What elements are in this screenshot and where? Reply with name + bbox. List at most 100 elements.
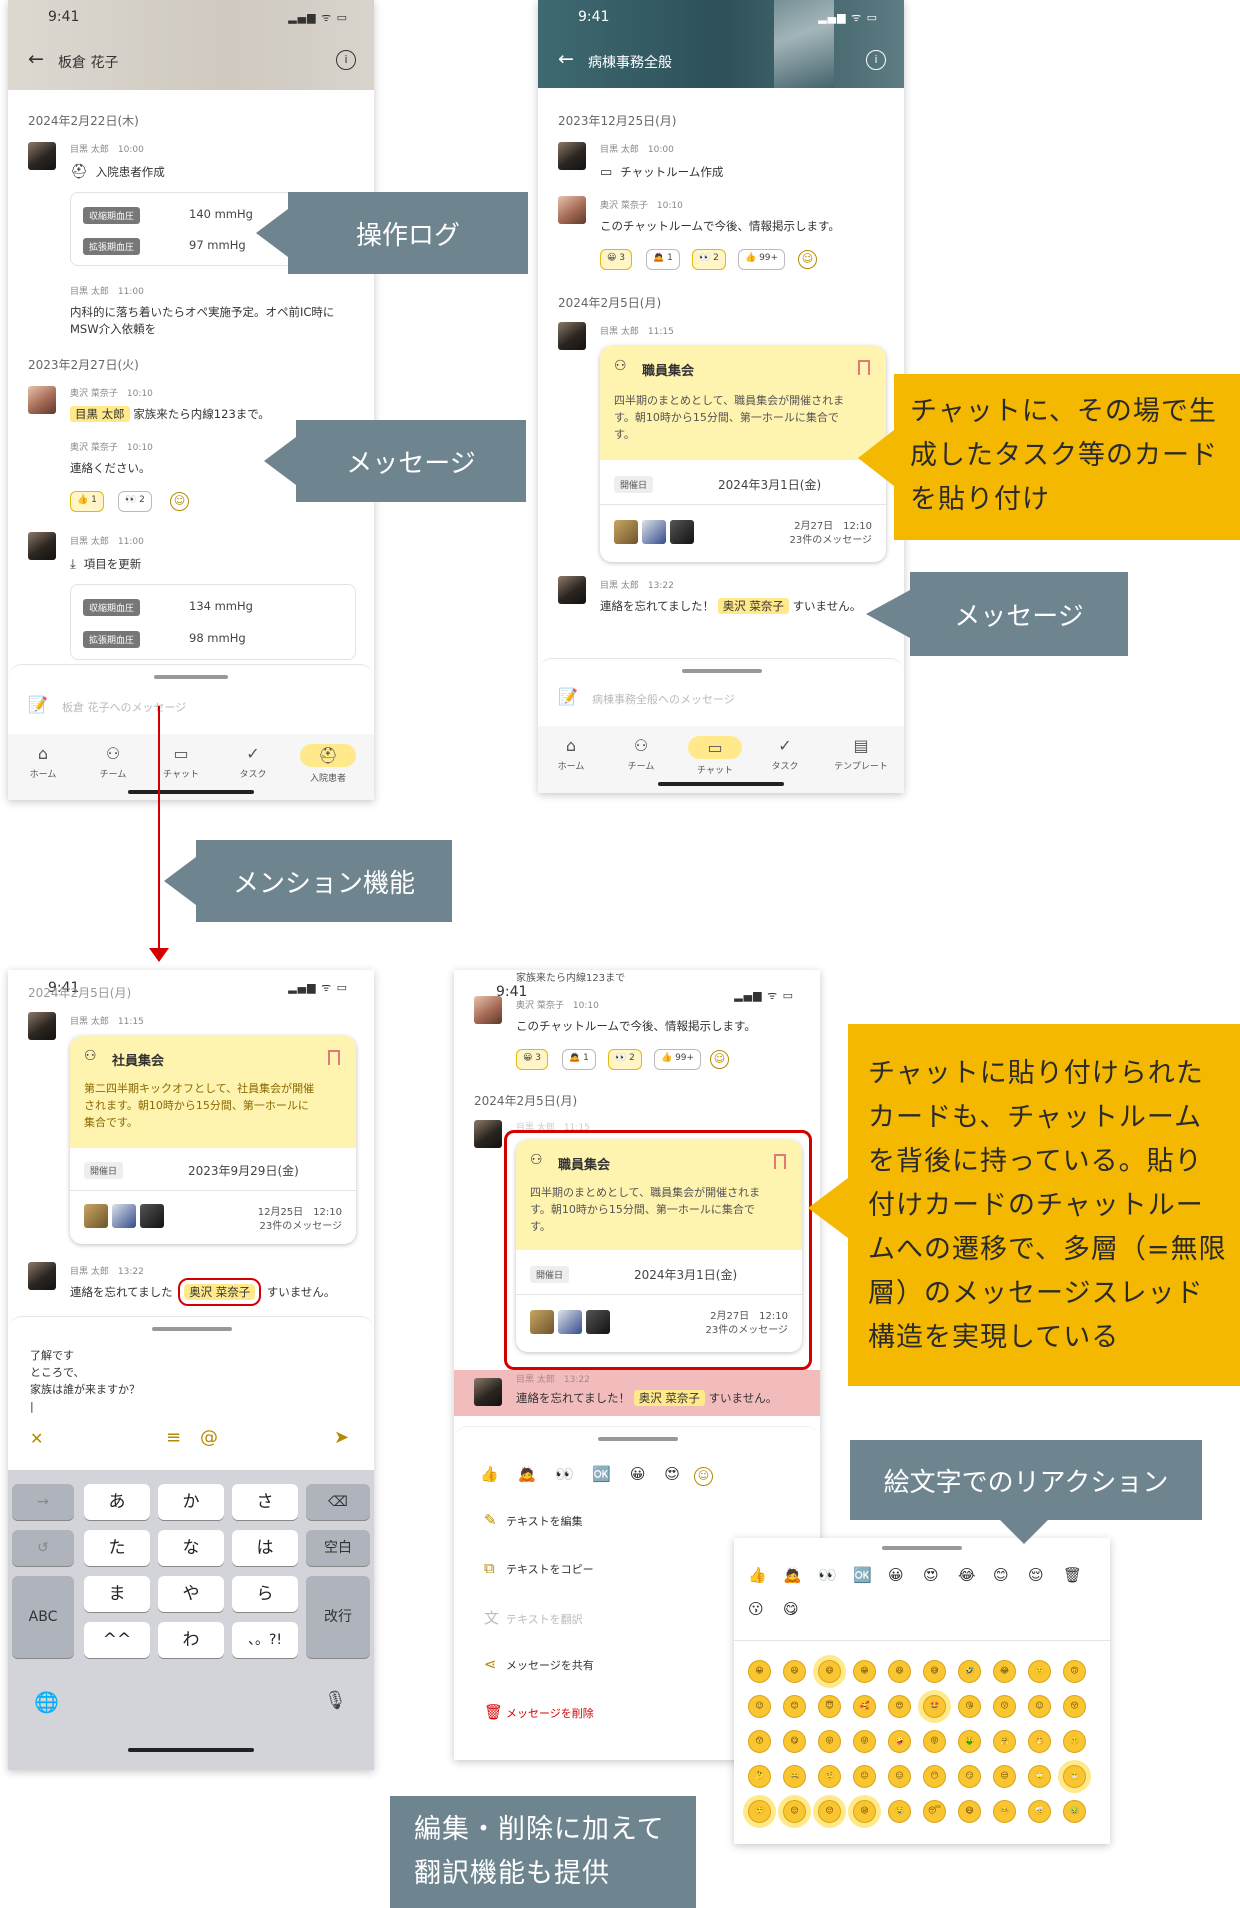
emoji-option[interactable]: 🙄: [1028, 1765, 1051, 1788]
mention-chip[interactable]: 奥沢 菜奈子: [717, 598, 789, 614]
delete-key[interactable]: ⌫: [306, 1484, 370, 1520]
task-card[interactable]: ⚇ 社員集会 第二四半期キックオフとして、社員集会が開催 されます。朝10時から…: [70, 1036, 356, 1244]
emoji-option[interactable]: 😃: [783, 1660, 806, 1683]
key[interactable]: や: [158, 1576, 224, 1612]
tab-template[interactable]: ▤ テンプレート: [828, 736, 894, 772]
menu-edit-text[interactable]: ✎ テキストを編集: [484, 1511, 583, 1529]
bookmark-icon[interactable]: [858, 360, 870, 375]
emoji-option[interactable]: 🤒: [993, 1800, 1016, 1823]
return-key[interactable]: 改行: [306, 1576, 370, 1658]
key[interactable]: な: [158, 1530, 224, 1566]
emoji-option[interactable]: 😍: [923, 1566, 939, 1584]
tab-task[interactable]: ✓ タスク: [760, 736, 810, 772]
note-add-icon[interactable]: 📝: [558, 687, 578, 706]
emoji-option[interactable]: 😬: [1063, 1765, 1086, 1788]
emoji-option[interactable]: ☺: [1028, 1695, 1051, 1718]
add-reaction-icon[interactable]: ☺: [170, 492, 189, 511]
add-reaction-icon[interactable]: ☺: [710, 1050, 729, 1069]
key[interactable]: ^^: [84, 1622, 150, 1658]
emoji-option[interactable]: 🥰: [853, 1695, 876, 1718]
key[interactable]: わ: [158, 1622, 224, 1658]
bookmark-icon[interactable]: [774, 1154, 786, 1169]
emoji-option[interactable]: 😗: [993, 1695, 1016, 1718]
info-icon[interactable]: i: [336, 50, 356, 70]
close-icon[interactable]: ✕: [30, 1429, 43, 1448]
message-input[interactable]: 病棟事務全般へのメッセージ: [592, 691, 735, 707]
add-reaction-icon[interactable]: ☺: [798, 250, 817, 269]
sheet-handle[interactable]: [152, 1327, 232, 1331]
emoji-option[interactable]: 😋: [783, 1600, 799, 1618]
sheet-handle[interactable]: [598, 1437, 678, 1441]
emoji-option[interactable]: 😙: [748, 1730, 771, 1753]
emoji-option[interactable]: 😪: [853, 1800, 876, 1823]
emoji-option[interactable]: 😊: [993, 1566, 1009, 1584]
emoji-option[interactable]: 🤨: [818, 1765, 841, 1788]
reaction-option[interactable]: 🙇: [517, 1465, 536, 1483]
emoji-option[interactable]: 🤩: [923, 1695, 946, 1718]
reaction-option[interactable]: 😍: [664, 1465, 680, 1483]
emoji-option[interactable]: 😏: [958, 1765, 981, 1788]
emoji-option[interactable]: 🙂: [1028, 1660, 1051, 1683]
mention-chip[interactable]: 目黒 太郎: [70, 406, 130, 422]
emoji-option[interactable]: 😀: [748, 1660, 771, 1683]
emoji-option[interactable]: 😑: [888, 1765, 911, 1788]
tab-home[interactable]: ⌂ ホーム: [546, 736, 596, 772]
key[interactable]: →: [12, 1484, 74, 1520]
key[interactable]: は: [232, 1530, 298, 1566]
emoji-option[interactable]: 😁: [853, 1660, 876, 1683]
key[interactable]: ら: [232, 1576, 298, 1612]
reaction-chip[interactable]: 👀 2: [692, 249, 726, 270]
emoji-option[interactable]: 👀: [818, 1566, 837, 1584]
reaction-chip[interactable]: 👍 99+: [738, 249, 786, 270]
emoji-option[interactable]: 😐: [853, 1765, 876, 1788]
reaction-chip[interactable]: 😀 3: [600, 249, 632, 270]
emoji-option[interactable]: 😆: [888, 1660, 911, 1683]
emoji-option[interactable]: 😀: [888, 1566, 904, 1584]
emoji-option[interactable]: 🙇: [783, 1566, 802, 1584]
emoji-option[interactable]: 🤢: [1063, 1800, 1086, 1823]
emoji-option[interactable]: 🤤: [888, 1800, 911, 1823]
send-icon[interactable]: ➤: [334, 1427, 349, 1448]
menu-delete-message[interactable]: 🗑 メッセージを削除: [484, 1703, 594, 1721]
task-card[interactable]: ⚇ 職員集会 四半期のまとめとして、職員集会が開催されま す。朝10時から15分…: [516, 1140, 802, 1352]
note-add-icon[interactable]: 📝: [28, 695, 48, 714]
emoji-option[interactable]: 😅: [923, 1660, 946, 1683]
emoji-option[interactable]: 😊: [783, 1695, 806, 1718]
reaction-chip[interactable]: 🙇 1: [646, 249, 680, 270]
reaction-chip[interactable]: 🙇 1: [562, 1049, 596, 1070]
mention-chip[interactable]: 奥沢 菜奈子: [633, 1390, 705, 1406]
menu-copy-text[interactable]: ⧉ テキストをコピー: [484, 1559, 594, 1577]
emoji-option[interactable]: 🤔: [748, 1765, 771, 1788]
reaction-option[interactable]: 😀: [630, 1465, 646, 1483]
reaction-chip[interactable]: 👍 1: [70, 491, 104, 512]
list-icon[interactable]: ≡: [166, 1427, 181, 1448]
tab-home[interactable]: ⌂ ホーム: [18, 744, 68, 780]
key[interactable]: あ: [84, 1484, 150, 1520]
space-key[interactable]: 空白: [306, 1530, 370, 1566]
back-arrow-icon[interactable]: ←: [28, 48, 44, 70]
emoji-option[interactable]: 🤐: [783, 1765, 806, 1788]
reaction-option[interactable]: 👀: [555, 1465, 574, 1483]
emoji-option[interactable]: 😗: [748, 1600, 764, 1618]
back-arrow-icon[interactable]: ←: [558, 48, 574, 70]
menu-share-message[interactable]: ⋖ メッセージを共有: [484, 1655, 594, 1673]
emoji-option[interactable]: 😉: [748, 1695, 771, 1718]
clear-recent-icon[interactable]: 🗑: [1063, 1566, 1082, 1584]
emoji-option[interactable]: 🤗: [993, 1730, 1016, 1753]
tab-team[interactable]: ⚇ チーム: [88, 744, 138, 780]
emoji-option[interactable]: 🆗: [853, 1566, 872, 1584]
emoji-option[interactable]: 😌: [783, 1800, 806, 1823]
emoji-option[interactable]: 😌: [1028, 1566, 1044, 1584]
tab-team[interactable]: ⚇ チーム: [616, 736, 666, 772]
globe-icon[interactable]: 🌐: [34, 1690, 59, 1714]
mention-chip[interactable]: 奥沢 菜奈子: [178, 1278, 262, 1306]
key[interactable]: ↺: [12, 1530, 74, 1566]
emoji-option[interactable]: 🤣: [958, 1660, 981, 1683]
emoji-option[interactable]: 🙃: [1063, 1660, 1086, 1683]
emoji-option[interactable]: 😝: [923, 1730, 946, 1753]
tab-patients[interactable]: ⛑ 入院患者: [300, 744, 356, 784]
sheet-handle[interactable]: [682, 669, 762, 673]
sheet-handle[interactable]: [154, 675, 228, 679]
tab-chat[interactable]: ▭ チャット: [688, 736, 742, 776]
compose-input[interactable]: 了解です ところで、 家族は誰が来ますか？ |: [30, 1347, 140, 1415]
